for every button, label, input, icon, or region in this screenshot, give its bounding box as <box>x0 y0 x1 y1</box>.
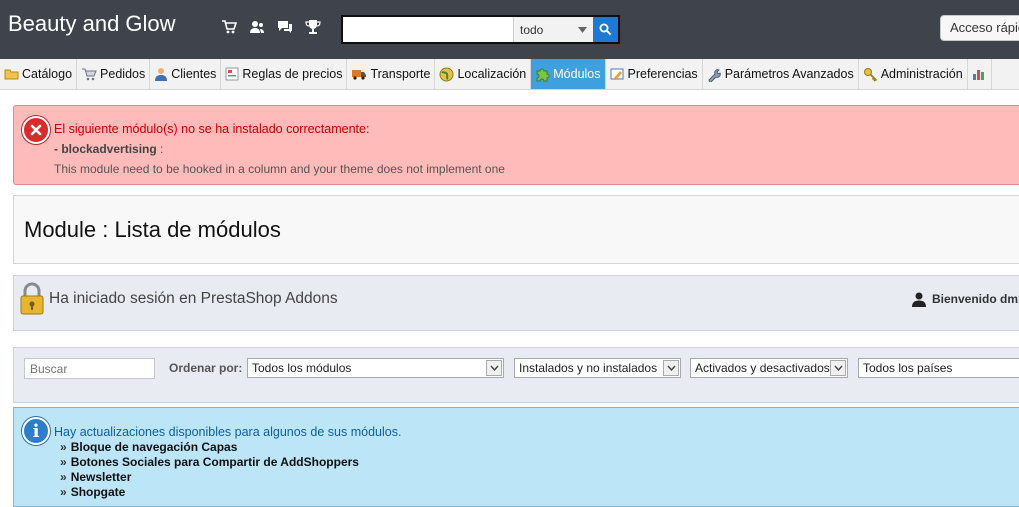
folder-icon <box>4 69 19 80</box>
header-search: todo <box>341 15 620 44</box>
main-nav: Catálogo Pedidos Clientes Reglas de prec… <box>0 59 1019 90</box>
page-title: Module : Lista de módulos <box>24 217 281 242</box>
trophy-icon[interactable] <box>304 18 322 36</box>
filter-panel: Ordenar por: Todos los módulos Instalado… <box>13 347 1019 403</box>
bullet-icon: » <box>60 440 67 454</box>
addons-panel: Ha iniciado sesión en PrestaShop Addons … <box>13 275 1019 331</box>
error-module-line: - blockadvertising : <box>54 142 163 156</box>
search-button[interactable] <box>593 17 618 42</box>
enabled-status-value: Activados y desactivados <box>695 361 830 375</box>
nav-label: Administración <box>880 67 963 81</box>
updates-list: » Bloque de navegación Capas » Botones Soc… <box>60 440 359 500</box>
update-module-name: Bloque de navegación Capas <box>70 440 238 454</box>
nav-item-catalogo[interactable]: Catálogo <box>0 59 78 89</box>
user-icon <box>155 68 168 81</box>
shop-name[interactable]: Beauty and Glow <box>8 11 176 37</box>
error-module-name: - blockadvertising <box>54 142 157 156</box>
error-title: El siguiente módulo(s) no se ha instalad… <box>54 122 370 136</box>
chevron-down-icon <box>830 360 846 376</box>
country-select[interactable]: Todos los países <box>858 358 1019 378</box>
price-rules-icon <box>225 67 239 81</box>
info-icon: i <box>22 417 50 445</box>
sort-label: Ordenar por: <box>169 361 243 375</box>
error-icon <box>22 116 50 144</box>
nav-item-clientes[interactable]: Clientes <box>150 59 222 89</box>
top-bar: Beauty and Glow todo Acceso rápido <box>0 0 1019 59</box>
nav-item-reglas-de-precios[interactable]: Reglas de precios <box>221 59 348 89</box>
wrench-icon <box>708 68 721 82</box>
quick-access-button[interactable]: Acceso rápido <box>940 15 1019 41</box>
nav-label: Parámetros Avanzados <box>724 67 854 81</box>
nav-label: Transporte <box>370 67 431 81</box>
nav-label: Pedidos <box>100 67 146 81</box>
stats-icon <box>972 70 984 80</box>
lock-icon <box>20 282 44 315</box>
header-search-input[interactable] <box>343 17 513 42</box>
new-order-cart-icon[interactable] <box>220 18 238 36</box>
nav-label: Clientes <box>171 67 217 81</box>
nav-item-administracion[interactable]: Administración <box>859 59 968 89</box>
user-silhouette-icon <box>912 292 926 307</box>
welcome-user[interactable]: Bienvenido dm1 <box>911 291 1019 307</box>
update-module-name: Newsletter <box>70 470 132 484</box>
error-module-suffix: : <box>156 142 164 156</box>
install-status-value: Instalados y no instalados <box>519 361 658 375</box>
nav-label: Localización <box>457 67 527 81</box>
chevron-down-icon <box>663 360 679 376</box>
module-type-value: Todos los módulos <box>252 361 352 375</box>
update-module-name: Botones Sociales para Compartir de AddSh… <box>70 455 359 469</box>
list-item[interactable]: » Newsletter <box>60 470 359 485</box>
key-icon <box>863 67 877 82</box>
search-icon <box>599 23 612 36</box>
list-item[interactable]: » Bloque de navegación Capas <box>60 440 359 455</box>
nav-item-transporte[interactable]: Transporte <box>347 59 436 89</box>
country-value: Todos los países <box>863 361 953 375</box>
quick-icons <box>220 18 322 36</box>
nav-item-modulos[interactable]: Módulos <box>531 59 606 89</box>
list-item[interactable]: » Botones Sociales para Compartir de AddS… <box>60 455 359 470</box>
search-scope-value: todo <box>520 22 544 37</box>
addons-login-status: Ha iniciado sesión en PrestaShop Addons <box>49 290 338 307</box>
messages-icon[interactable] <box>276 18 294 36</box>
error-detail: This module need to be hooked in a colum… <box>54 162 505 176</box>
bullet-icon: » <box>60 470 67 484</box>
truck-icon <box>352 70 367 80</box>
bullet-icon: » <box>60 455 67 469</box>
update-module-name: Shopgate <box>70 485 126 499</box>
list-item[interactable]: » Shopgate <box>60 485 359 500</box>
nav-label: Preferencias <box>627 67 698 81</box>
module-search-input[interactable] <box>24 358 155 379</box>
bullet-icon: » <box>60 485 67 499</box>
nav-item-pedidos[interactable]: Pedidos <box>77 59 151 89</box>
nav-item-preferencias[interactable]: Preferencias <box>606 59 703 89</box>
nav-label: Módulos <box>553 67 601 81</box>
nav-label: Reglas de precios <box>242 67 343 81</box>
welcome-text: Bienvenido dm1 <box>932 292 1019 306</box>
chevron-down-icon <box>486 360 502 376</box>
nav-item-localizacion[interactable]: Localización <box>435 59 532 89</box>
module-type-select[interactable]: Todos los módulos <box>247 358 504 378</box>
updates-info-panel: i Hay actualizaciones disponibles para a… <box>13 407 1019 507</box>
globe-icon <box>439 67 454 81</box>
chevron-down-icon <box>578 26 587 33</box>
search-scope-select[interactable]: todo <box>513 17 593 42</box>
puzzle-icon <box>536 68 550 81</box>
install-status-select[interactable]: Instalados y no instalados <box>514 358 681 378</box>
enabled-status-select[interactable]: Activados y desactivados <box>690 358 848 378</box>
nav-label: Catálogo <box>22 67 73 81</box>
cart-icon <box>82 68 97 81</box>
error-alert: El siguiente módulo(s) no se ha instalad… <box>13 105 1019 185</box>
new-customers-icon[interactable] <box>248 18 266 36</box>
updates-title: Hay actualizaciones disponibles para alg… <box>54 425 402 439</box>
nav-item-stats[interactable] <box>968 59 992 89</box>
page-title-panel: Module : Lista de módulos <box>13 195 1019 264</box>
preferences-icon <box>610 68 623 80</box>
nav-item-parametros-avanzados[interactable]: Parámetros Avanzados <box>703 59 859 89</box>
